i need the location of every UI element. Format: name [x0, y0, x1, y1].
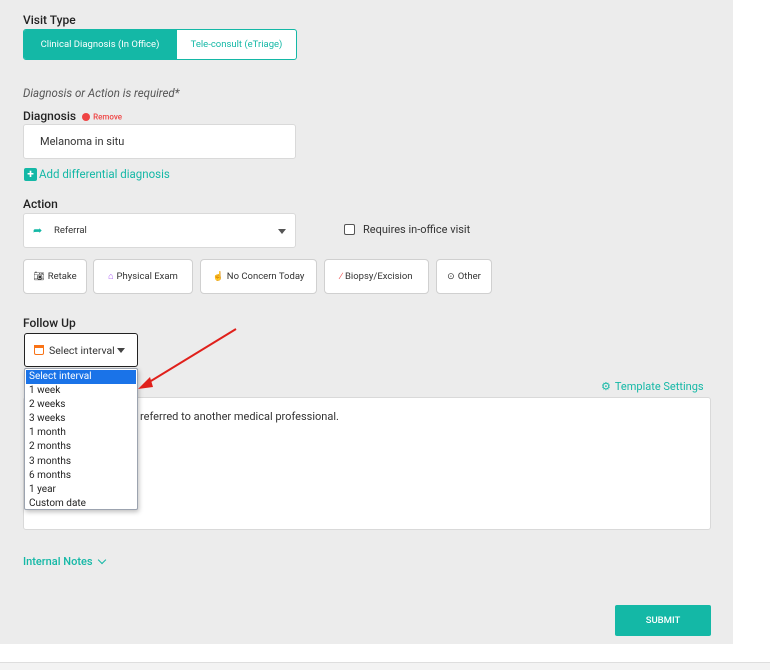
retake-label: Retake [47, 271, 77, 282]
requires-in-office-label: Requires in-office visit [363, 223, 471, 236]
follow-up-selected-value: Select interval [49, 343, 115, 357]
calendar-icon [34, 345, 44, 355]
other-label: Other [457, 271, 481, 282]
no-concern-today-button[interactable]: ☝ No Concern Today [200, 259, 317, 294]
interval-option[interactable]: 1 week [26, 384, 136, 398]
physical-exam-label: Physical Exam [116, 271, 178, 282]
message-text: referred to another medical professional… [140, 410, 339, 423]
biopsy-excision-button[interactable]: ∕ Biopsy/Excision [324, 259, 429, 294]
no-concern-label: No Concern Today [226, 271, 305, 282]
home-icon: ⌂ [108, 272, 114, 282]
diagnosis-label-row: Diagnosis Remove [23, 109, 122, 123]
retake-button[interactable]: 📷︎ Retake [23, 259, 87, 294]
submit-button[interactable]: SUBMIT [615, 605, 711, 636]
interval-option[interactable]: 1 year [26, 483, 136, 497]
action-select[interactable]: ➦ Referral [23, 213, 296, 248]
scalpel-icon: ∕ [340, 272, 343, 282]
diagnosis-input[interactable]: Melanoma in situ [23, 124, 296, 159]
bottom-divider [0, 662, 770, 670]
plus-icon: + [24, 167, 37, 181]
action-select-value: Referral [54, 225, 87, 236]
thumbs-up-icon: ☝ [212, 271, 224, 282]
interval-option[interactable]: 2 months [26, 440, 136, 454]
gear-icon: ⚙ [601, 380, 611, 393]
requires-in-office-checkbox-row[interactable]: Requires in-office visit [344, 223, 470, 236]
interval-option[interactable]: 1 month [26, 426, 136, 440]
interval-option[interactable]: 3 weeks [26, 412, 136, 426]
requires-in-office-checkbox[interactable] [344, 224, 355, 235]
interval-option[interactable]: Select interval [26, 370, 136, 385]
other-button[interactable]: ⊙ Other [436, 259, 492, 294]
add-differential-diagnosis-link[interactable]: + Add differential diagnosis [24, 167, 170, 181]
camera-icon: 📷︎ [33, 271, 45, 282]
template-settings-link[interactable]: ⚙ Template Settings [601, 380, 704, 393]
visit-type-label: Visit Type [23, 13, 76, 27]
biopsy-excision-label: Biopsy/Excision [345, 271, 413, 282]
share-arrow-icon: ➦ [33, 224, 43, 237]
caret-down-icon [116, 347, 125, 353]
follow-up-label: Follow Up [23, 316, 76, 330]
interval-option[interactable]: 2 weeks [26, 398, 136, 412]
follow-up-interval-select[interactable]: Select interval [24, 333, 138, 367]
interval-option[interactable]: Custom date [26, 497, 136, 511]
visit-type-option-teleconsult[interactable]: Tele-consult (eTriage) [176, 30, 296, 59]
follow-up-interval-dropdown: Select interval 1 week 2 weeks 3 weeks 1… [24, 368, 138, 510]
diagnosis-remove-link[interactable]: Remove [93, 112, 122, 121]
visit-type-toggle: Clinical Diagnosis (In Office) Tele-cons… [23, 29, 297, 60]
visit-type-option-in-office[interactable]: Clinical Diagnosis (In Office) [24, 30, 176, 59]
remove-dot-icon [82, 112, 91, 121]
internal-notes-label: Internal Notes [23, 555, 93, 568]
internal-notes-toggle[interactable]: Internal Notes [23, 555, 106, 568]
template-settings-label: Template Settings [614, 380, 704, 393]
caret-down-icon [278, 229, 286, 234]
add-differential-label: Add differential diagnosis [39, 167, 170, 181]
requirement-note: Diagnosis or Action is required* [23, 86, 180, 100]
interval-option[interactable]: 6 months [26, 469, 136, 483]
more-circle-icon: ⊙ [447, 271, 455, 282]
chevron-down-icon [97, 555, 106, 565]
diagnosis-label: Diagnosis [23, 109, 77, 123]
interval-option[interactable]: 3 months [26, 455, 136, 469]
physical-exam-button[interactable]: ⌂ Physical Exam [93, 259, 193, 294]
action-label: Action [23, 197, 58, 211]
